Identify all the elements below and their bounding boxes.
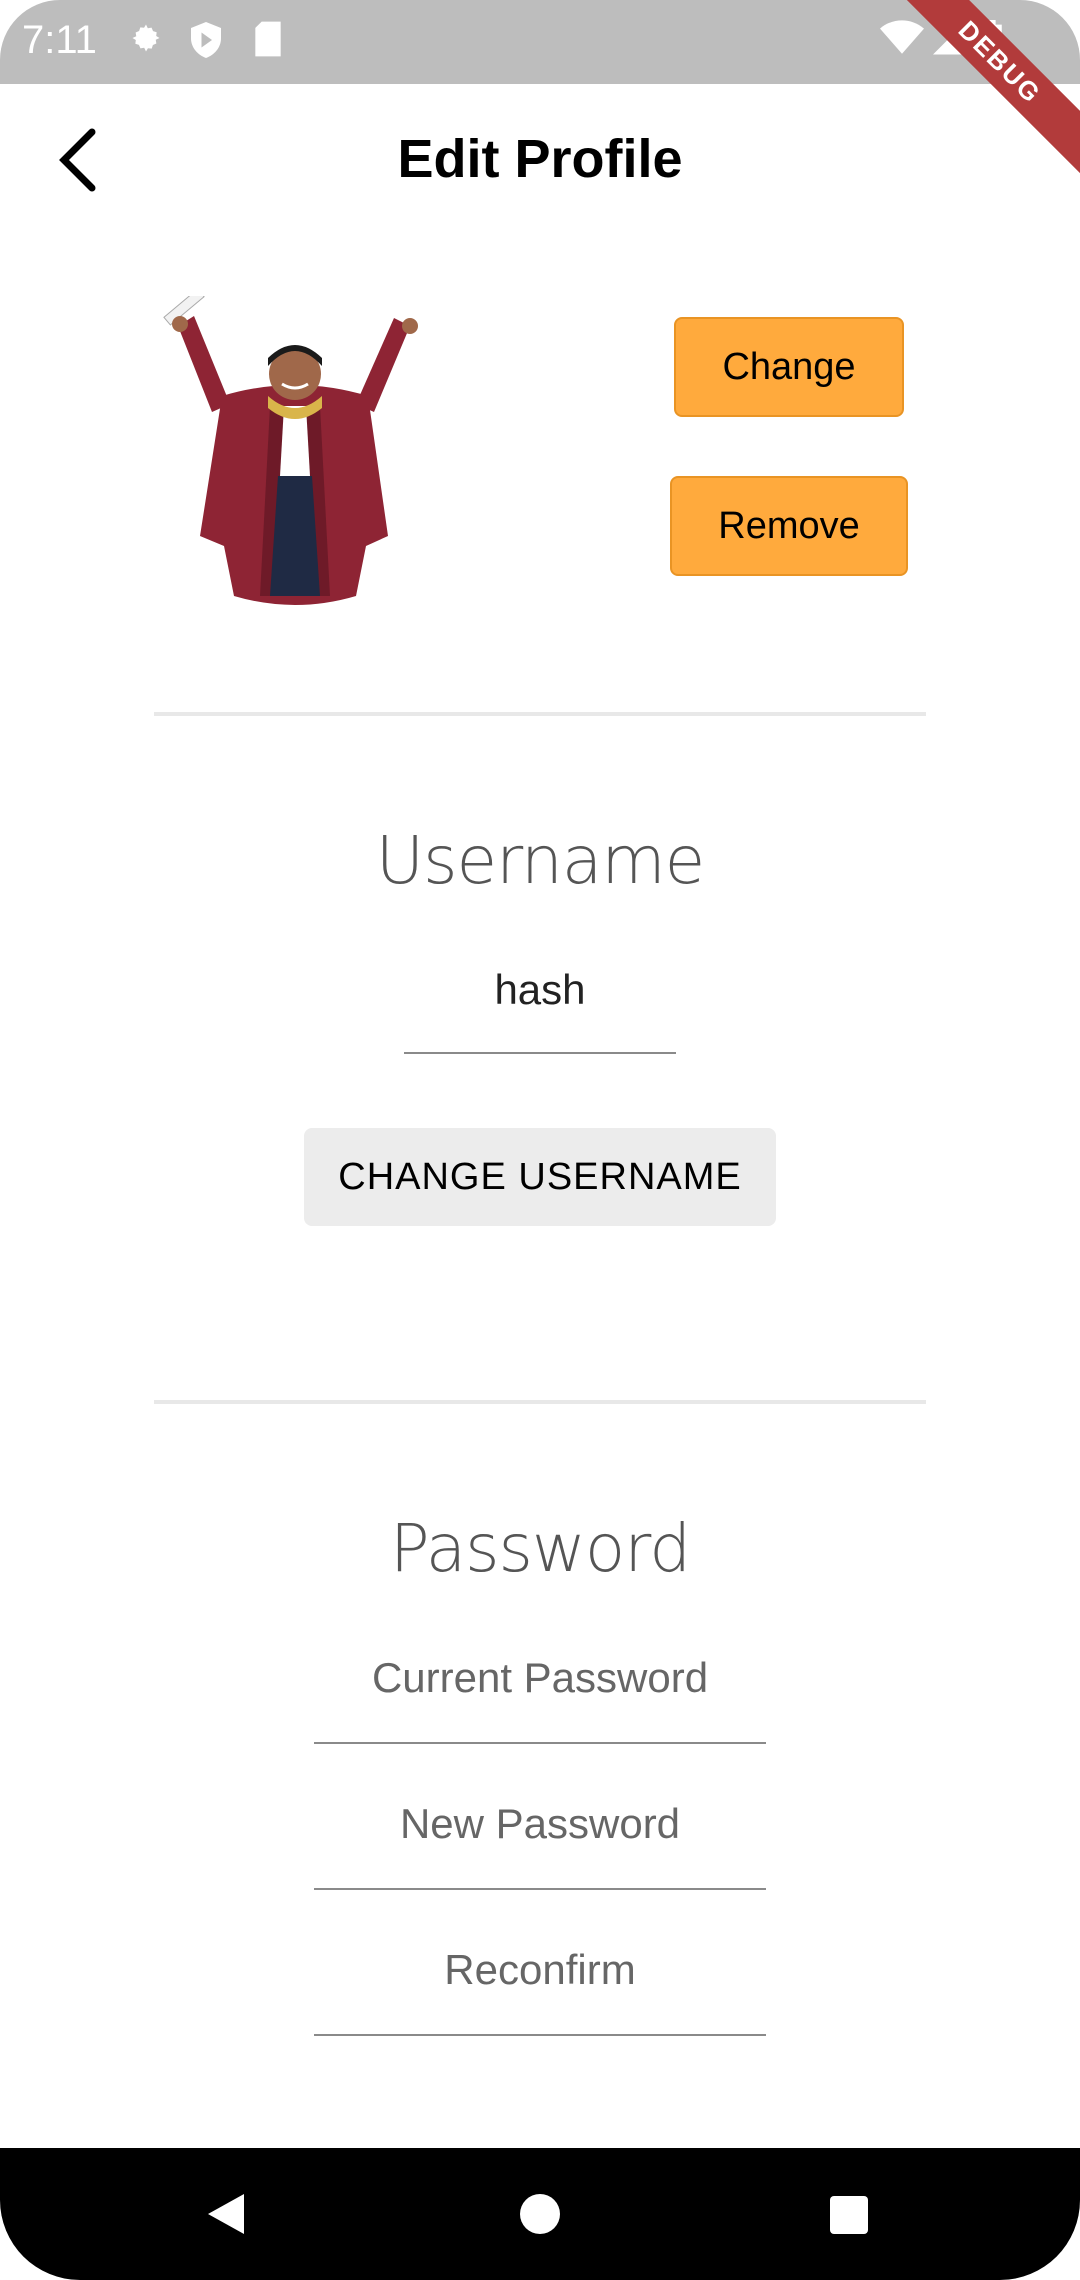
divider xyxy=(154,712,926,716)
wifi-icon xyxy=(880,20,924,54)
divider xyxy=(154,1400,926,1404)
recents-square-icon[interactable] xyxy=(828,2194,870,2236)
username-input[interactable]: hash xyxy=(404,960,676,1054)
new-password-input[interactable]: New Password xyxy=(314,1794,766,1890)
home-circle-icon[interactable] xyxy=(518,2192,562,2236)
status-time: 7:11 xyxy=(22,18,97,62)
username-section-title: Username xyxy=(375,822,705,899)
settings-icon xyxy=(132,24,160,52)
reconfirm-password-input[interactable]: Reconfirm xyxy=(314,1940,766,2036)
page-title: Edit Profile xyxy=(397,129,683,189)
remove-photo-button[interactable]: Remove xyxy=(670,476,908,576)
change-photo-button[interactable]: Change xyxy=(674,317,904,417)
avatar[interactable] xyxy=(160,296,430,616)
change-username-button[interactable]: CHANGE USERNAME xyxy=(304,1128,776,1226)
password-section-title: Password xyxy=(389,1510,691,1587)
back-triangle-icon[interactable] xyxy=(204,2190,246,2238)
shield-play-icon xyxy=(191,22,221,58)
status-bar: 7:11 xyxy=(0,0,1080,84)
system-nav-bar xyxy=(0,2148,1080,2280)
current-password-input[interactable]: Current Password xyxy=(314,1648,766,1744)
sd-card-icon xyxy=(255,21,281,57)
